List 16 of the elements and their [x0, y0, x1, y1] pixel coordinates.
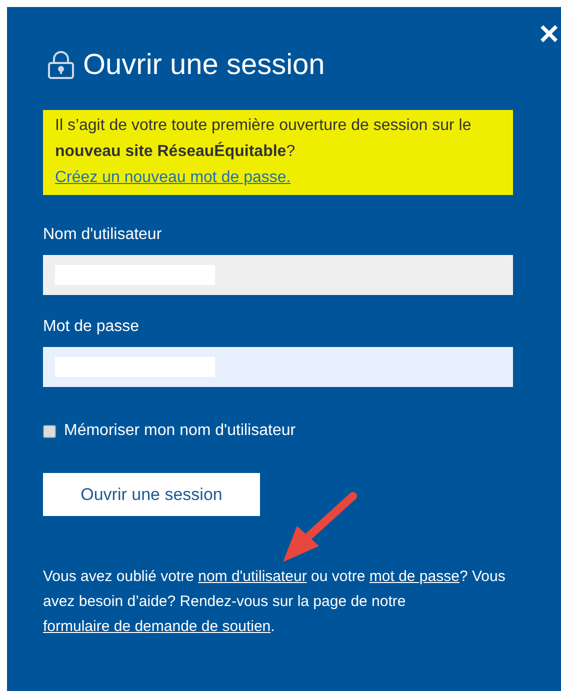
dialog-title: Ouvrir une session	[83, 48, 325, 83]
field-label: Mot de passe	[43, 317, 140, 337]
input-field[interactable]	[43, 255, 513, 295]
checkbox-label: Mémoriser mon nom d'utilisateur	[64, 421, 296, 441]
help-link[interactable]: mot de passe	[369, 568, 460, 585]
close-button[interactable]: ×	[539, 17, 559, 51]
field-label: Nom d'utilisateur	[43, 225, 163, 245]
help-paragraph: Vous avez oublié votre nom d'utilisateur ou votre mot de passe? Vous avez besoin d’aide? Rendez-vous sur la page de notre formulaire de demande de soutien.	[43, 567, 506, 637]
input-field[interactable]	[43, 347, 513, 387]
help-link[interactable]: formulaire de demande de soutien	[43, 618, 271, 635]
checkbox[interactable]	[43, 424, 56, 438]
create-password-link[interactable]: Créez un nouveau mot de passe.	[55, 169, 291, 186]
padlock-icon	[47, 50, 75, 80]
help-link[interactable]: nom d'utilisateur	[198, 568, 307, 585]
login-button[interactable]: Ouvrir une session	[43, 473, 260, 516]
notice-text: Il s’agit de votre toute première ouverture de session sur le nouveau site RéseauÉquitable?	[55, 116, 472, 162]
